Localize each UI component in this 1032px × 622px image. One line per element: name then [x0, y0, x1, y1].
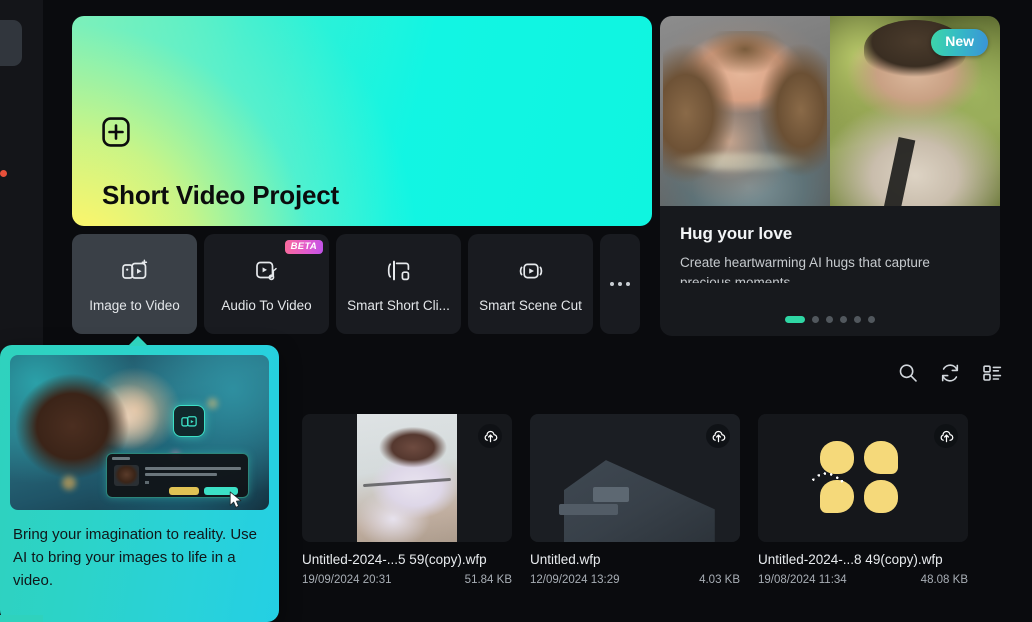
file-meta: 12/09/2024 13:29 4.03 KB: [530, 574, 740, 586]
file-date: 19/08/2024 11:34: [758, 574, 847, 586]
panel-label: [112, 457, 130, 460]
blob-shape: [864, 480, 898, 513]
file-size: 4.03 KB: [699, 574, 740, 586]
tools-row: Image to Video BETA Audio To Video Smart…: [72, 234, 640, 334]
panel-text-line: [145, 467, 241, 470]
carousel-dot[interactable]: [854, 316, 861, 323]
tool-smart-scene-cut[interactable]: Smart Scene Cut: [468, 234, 593, 334]
tool-label: Smart Scene Cut: [479, 297, 582, 313]
file-date: 19/09/2024 20:31: [302, 574, 392, 586]
cloud-upload-icon[interactable]: [934, 424, 958, 448]
tooltip-inner-panel: [106, 453, 249, 498]
notification-dot: [0, 170, 7, 177]
smart-scene-cut-icon: [516, 256, 546, 286]
file-card[interactable]: Untitled.wfp 12/09/2024 13:29 4.03 KB: [530, 414, 740, 586]
tool-label: Image to Video: [89, 297, 180, 313]
file-size: 51.84 KB: [464, 574, 512, 586]
cursor-arrow-icon: [229, 491, 243, 509]
audio-to-video-icon: [252, 256, 282, 286]
tooltip-arrow: [128, 336, 148, 346]
carousel-dot[interactable]: [785, 316, 805, 323]
bokeh-light: [61, 475, 76, 490]
file-thumbnail: [758, 414, 968, 542]
bottom-accent-strip: [0, 615, 43, 622]
placeholder-shape: [593, 486, 629, 503]
tool-audio-to-video[interactable]: BETA Audio To Video: [204, 234, 329, 334]
promo-title: Hug your love: [680, 224, 793, 243]
sparkle-decoration: [810, 470, 844, 486]
search-icon[interactable]: [897, 362, 919, 384]
cloud-upload-icon[interactable]: [706, 424, 730, 448]
hero-title: Short Video Project: [102, 180, 339, 210]
file-meta: 19/08/2024 11:34 48.08 KB: [758, 574, 968, 586]
panel-text-line: [145, 473, 217, 476]
carousel-dot[interactable]: [840, 316, 847, 323]
file-name: Untitled-2024-...8 49(copy).wfp: [758, 552, 943, 567]
short-video-project-banner[interactable]: Short Video Project: [72, 16, 652, 226]
smart-short-clip-icon: [384, 256, 414, 286]
hero-row: Short Video Project New Hug your love Cr…: [72, 16, 1012, 336]
app-window: Short Video Project New Hug your love Cr…: [0, 0, 1032, 622]
image-to-video-icon: [120, 256, 150, 286]
panel-credits-button: [169, 487, 199, 495]
panel-text-line: [145, 481, 149, 484]
feature-tooltip: Bring your imagination to reality. Use A…: [0, 336, 279, 622]
more-tools-button[interactable]: [600, 234, 640, 334]
file-size: 48.08 KB: [920, 574, 968, 586]
file-card[interactable]: Untitled-2024-...8 49(copy).wfp 19/08/20…: [758, 414, 968, 586]
file-date: 12/09/2024 13:29: [530, 574, 620, 586]
thumbnail-image: [357, 414, 457, 542]
tool-label: Smart Short Cli...: [347, 297, 450, 313]
promo-image-young-woman: [660, 16, 830, 206]
carousel-dot[interactable]: [812, 316, 819, 323]
file-thumbnail: [302, 414, 512, 542]
tool-label: Audio To Video: [221, 297, 312, 313]
tool-smart-short-clip[interactable]: Smart Short Cli...: [336, 234, 461, 334]
cloud-upload-icon[interactable]: [478, 424, 502, 448]
image-to-video-icon: [173, 405, 205, 437]
carousel-dots: [660, 316, 1000, 323]
file-thumbnail: [530, 414, 740, 542]
ellipsis-dot: [626, 282, 630, 286]
files-grid: Untitled-2024-...5 59(copy).wfp 19/09/20…: [302, 414, 968, 586]
file-name: Untitled-2024-...5 59(copy).wfp: [302, 552, 487, 567]
view-list-icon[interactable]: [981, 362, 1003, 384]
ellipsis-dot: [610, 282, 614, 286]
file-meta: 19/09/2024 20:31 51.84 KB: [302, 574, 512, 586]
refresh-icon[interactable]: [939, 362, 961, 384]
sidebar-tile[interactable]: [0, 20, 22, 66]
blob-shape: [864, 441, 898, 474]
tooltip-preview-image: [10, 355, 269, 510]
promo-card[interactable]: New Hug your love Create heartwarming AI…: [660, 16, 1000, 336]
carousel-dot[interactable]: [868, 316, 875, 323]
placeholder-shape: [563, 460, 715, 542]
carousel-dot[interactable]: [826, 316, 833, 323]
bokeh-light: [206, 398, 218, 410]
promo-description: Create heartwarming AI hugs that capture…: [680, 255, 930, 283]
tooltip-text: Bring your imagination to reality. Use A…: [13, 526, 257, 589]
plus-square-icon: [102, 117, 130, 147]
new-badge: New: [931, 29, 988, 56]
ellipsis-dot: [618, 282, 622, 286]
file-card[interactable]: Untitled-2024-...5 59(copy).wfp 19/09/20…: [302, 414, 512, 586]
panel-thumbnail: [114, 465, 139, 486]
files-toolbar: [897, 362, 1003, 384]
file-name: Untitled.wfp: [530, 552, 601, 567]
placeholder-shape: [559, 503, 619, 516]
tool-image-to-video[interactable]: Image to Video: [72, 234, 197, 334]
beta-badge: BETA: [284, 240, 323, 254]
